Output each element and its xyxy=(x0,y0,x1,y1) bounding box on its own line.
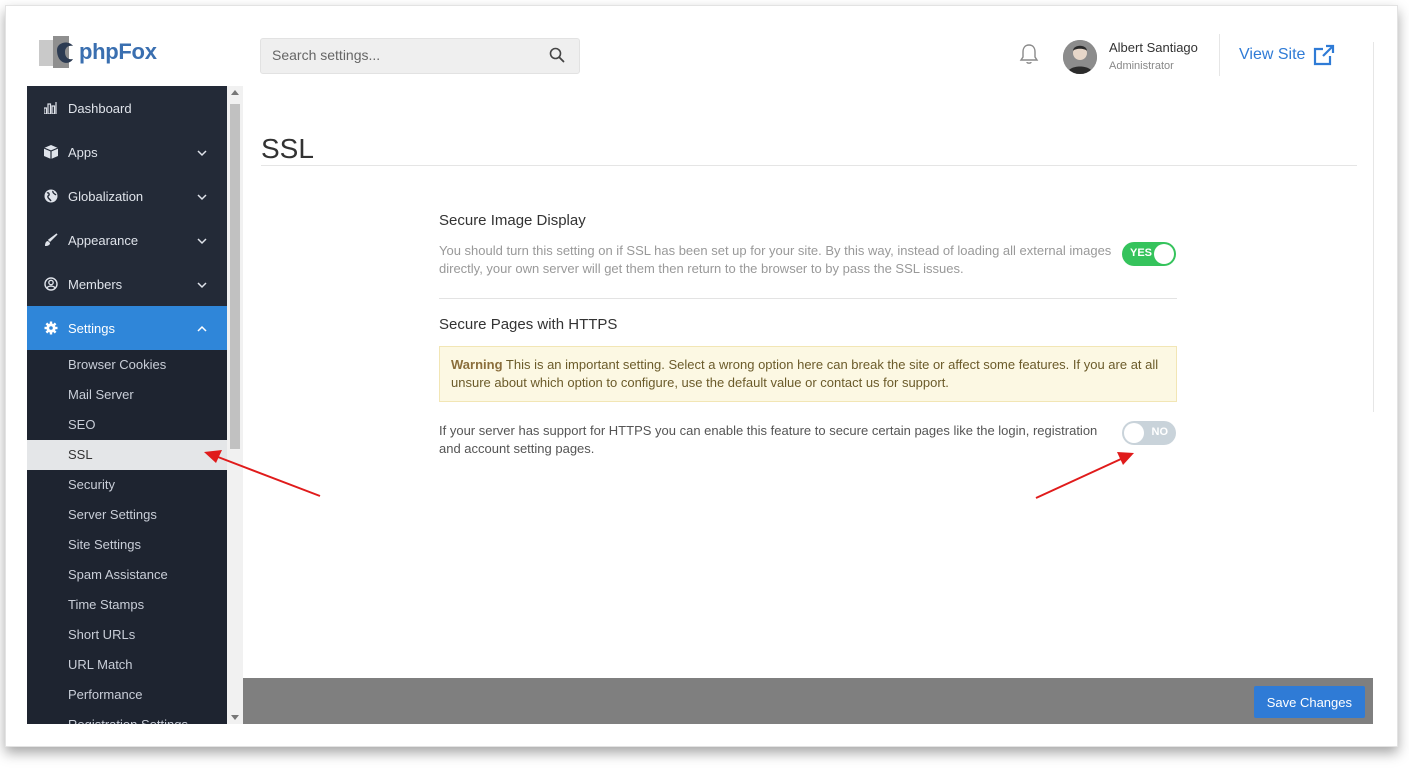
arrow-to-ssl-menu xyxy=(204,450,321,497)
arrow-to-https-toggle xyxy=(1035,452,1134,499)
annotation-arrows xyxy=(204,450,1134,499)
